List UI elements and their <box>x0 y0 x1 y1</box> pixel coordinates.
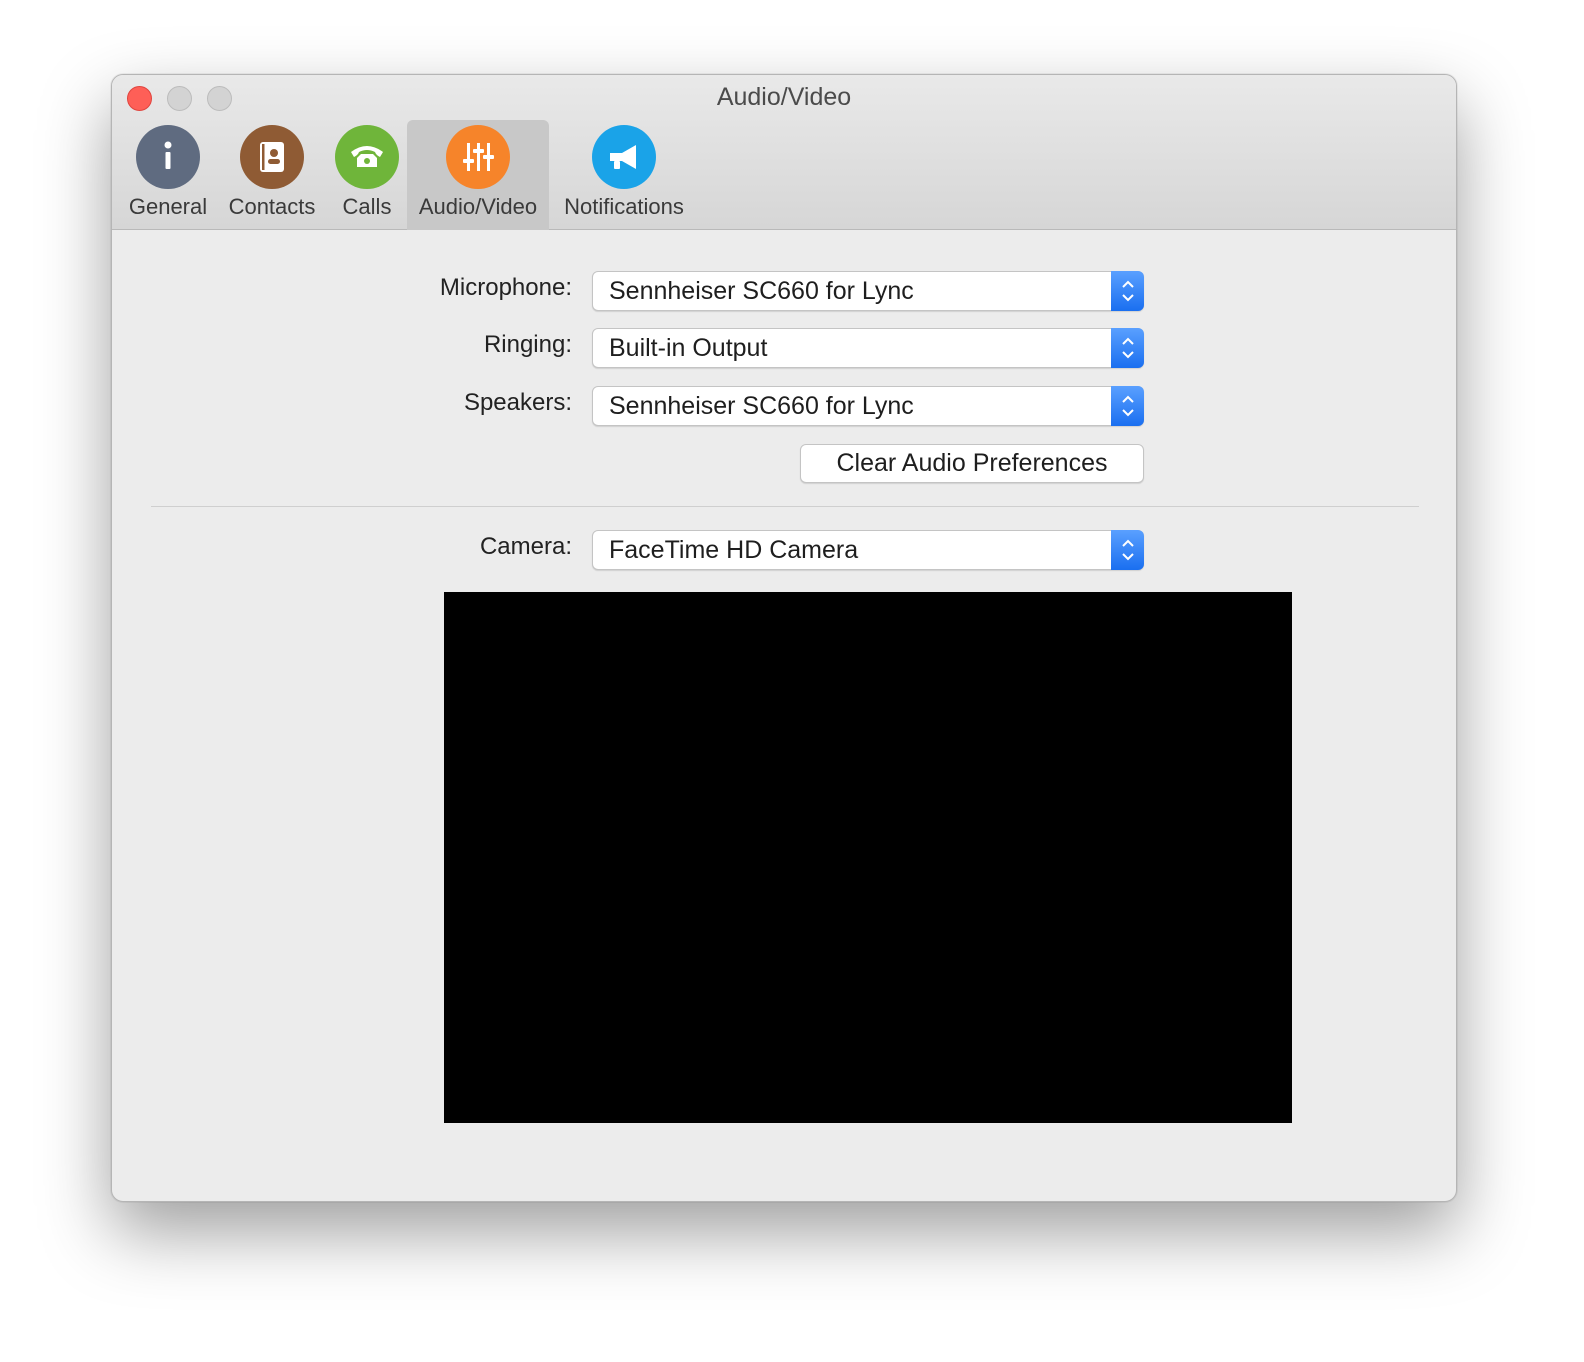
microphone-select[interactable]: Sennheiser SC660 for Lync <box>592 271 1144 311</box>
camera-select[interactable]: FaceTime HD Camera <box>592 530 1144 570</box>
updown-chevron-icon <box>1111 530 1144 570</box>
updown-chevron-icon <box>1111 271 1144 311</box>
microphone-value: Sennheiser SC660 for Lync <box>609 277 914 305</box>
ringing-label: Ringing: <box>483 331 572 358</box>
preferences-window: Audio/Video General Contacts Calls Audio… <box>111 74 1457 1202</box>
tab-calls-label: Calls <box>342 194 392 219</box>
camera-preview <box>444 592 1292 1123</box>
megaphone-icon <box>592 125 656 189</box>
updown-chevron-icon <box>1111 386 1144 426</box>
clear-audio-preferences-button[interactable]: Clear Audio Preferences <box>800 444 1144 483</box>
speakers-value: Sennheiser SC660 for Lync <box>609 392 914 420</box>
camera-label: Camera: <box>479 533 572 560</box>
telephone-icon <box>335 125 399 189</box>
tab-contacts-label: Contacts <box>228 194 316 219</box>
tab-notifications-label: Notifications <box>564 194 684 219</box>
tab-audio-video-label: Audio/Video <box>418 194 538 219</box>
sliders-icon <box>446 125 510 189</box>
updown-chevron-icon <box>1111 328 1144 368</box>
tab-calls[interactable]: Calls <box>332 120 402 230</box>
speakers-label: Speakers: <box>463 389 572 416</box>
tab-notifications[interactable]: Notifications <box>557 120 691 230</box>
microphone-label: Microphone: <box>439 274 572 301</box>
tab-general[interactable]: General <box>124 120 212 230</box>
title-bar: Audio/Video General Contacts Calls Audio… <box>112 75 1456 230</box>
section-divider <box>151 506 1419 507</box>
window-title: Audio/Video <box>716 83 852 111</box>
tab-contacts[interactable]: Contacts <box>222 120 322 230</box>
info-icon <box>136 125 200 189</box>
address-book-icon <box>240 125 304 189</box>
speakers-select[interactable]: Sennheiser SC660 for Lync <box>592 386 1144 426</box>
camera-value: FaceTime HD Camera <box>609 536 859 564</box>
ringing-value: Built-in Output <box>609 334 768 362</box>
tab-audio-video[interactable]: Audio/Video <box>407 120 549 230</box>
ringing-select[interactable]: Built-in Output <box>592 328 1144 368</box>
tab-general-label: General <box>128 194 208 219</box>
